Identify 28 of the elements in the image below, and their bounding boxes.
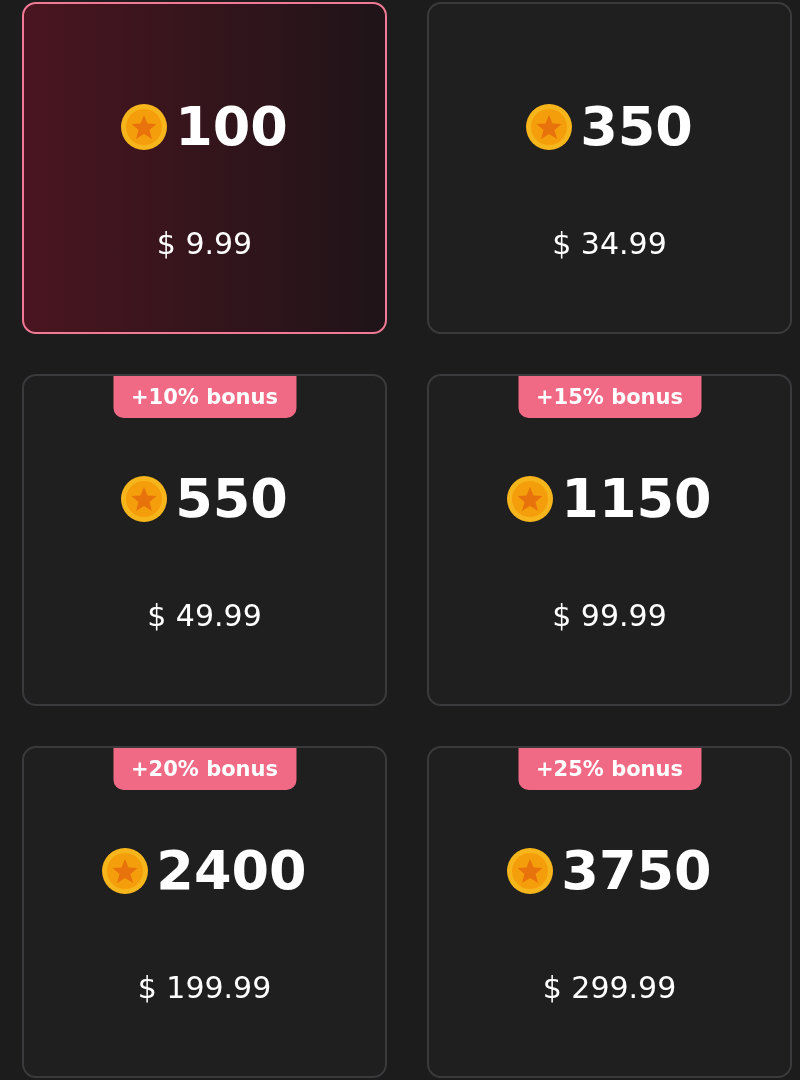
coin-icon	[507, 847, 554, 894]
coin-pack-card[interactable]: +15% bonus 1150 $ 99.99	[427, 374, 792, 706]
price-label: $ 9.99	[156, 226, 253, 261]
coin-amount: 1150	[561, 467, 712, 530]
bonus-badge: +25% bonus	[518, 748, 701, 790]
coin-amount: 100	[175, 95, 288, 158]
price-label: $ 49.99	[147, 598, 262, 633]
coin-pack-card[interactable]: +20% bonus 2400 $ 199.99	[22, 746, 387, 1078]
coin-amount: 350	[580, 95, 693, 158]
price-label: $ 199.99	[137, 970, 272, 1005]
coin-pack-card[interactable]: 100 $ 9.99	[22, 2, 387, 334]
price-label: $ 34.99	[552, 226, 667, 261]
coin-pack-card[interactable]: +25% bonus 3750 $ 299.99	[427, 746, 792, 1078]
bonus-badge: +20% bonus	[113, 748, 296, 790]
coin-pack-card[interactable]: 350 $ 34.99	[427, 2, 792, 334]
price-label: $ 99.99	[552, 598, 667, 633]
coin-icon	[507, 475, 554, 522]
coin-icon	[102, 847, 149, 894]
coin-icon	[526, 103, 573, 150]
bonus-badge: +10% bonus	[113, 376, 296, 418]
coin-icon	[121, 475, 168, 522]
coin-icon	[121, 103, 168, 150]
coin-amount: 2400	[156, 839, 307, 902]
coin-amount: 550	[175, 467, 288, 530]
coin-pack-card[interactable]: +10% bonus 550 $ 49.99	[22, 374, 387, 706]
coin-amount: 3750	[561, 839, 712, 902]
bonus-badge: +15% bonus	[518, 376, 701, 418]
price-label: $ 299.99	[542, 970, 677, 1005]
